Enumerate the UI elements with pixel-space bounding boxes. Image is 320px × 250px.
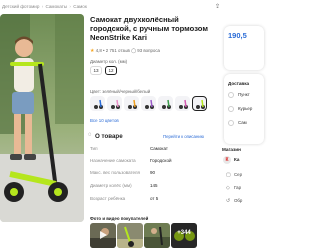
color-swatch[interactable] (158, 96, 173, 111)
spec-value: 145 (150, 183, 158, 188)
seller-row[interactable]: Сер (234, 172, 242, 177)
customer-media-thumb[interactable]: +344 (171, 223, 197, 248)
color-swatch-selected[interactable] (192, 96, 207, 111)
breadcrumb-separator: › (41, 4, 44, 9)
color-swatch[interactable] (175, 96, 190, 111)
size-option[interactable]: 13 (90, 66, 102, 75)
spec-key: Назначение самоката (90, 158, 136, 163)
scooter-thumb-icon (195, 99, 205, 109)
spec-value: Городской (150, 158, 172, 163)
size-label: Диаметр кол. (мм) (90, 59, 128, 64)
seller-row[interactable]: Гар (234, 185, 241, 190)
rating-text: 4,8 • 2 751 отзыв (95, 48, 130, 53)
breadcrumb: Детский фотомир › Самокаты › Самок (2, 4, 202, 12)
spec-value: от 5 (150, 196, 159, 201)
spec-key: Возраст ребёнка (90, 196, 126, 201)
color-swatch[interactable] (107, 96, 122, 111)
customer-media-thumb[interactable] (117, 223, 143, 248)
spec-row: Назначение самоката Городской (90, 158, 208, 167)
color-swatch[interactable] (141, 96, 156, 111)
color-swatch[interactable] (90, 96, 105, 111)
spec-key: Тип (90, 146, 98, 151)
share-icon[interactable]: ⇪ (215, 3, 220, 10)
breadcrumb-item[interactable]: Самок (73, 4, 87, 9)
rating-row[interactable]: ★ 4,8 • 2 751 отзыв ◯ 93 вопроса (90, 48, 160, 54)
scooter-thumb-icon (144, 99, 154, 109)
scooter-thumb-icon (110, 99, 120, 109)
customer-media-title: Фото и видео покупателей (90, 216, 149, 221)
more-media-count: +344 (177, 230, 191, 236)
star-icon: ★ (90, 48, 95, 54)
seller-logo[interactable]: К (223, 156, 231, 164)
questions-count: 93 вопроса (137, 48, 160, 53)
shield-icon: ◇ (226, 185, 230, 191)
media-thumb-image (144, 223, 170, 248)
delivery-radio[interactable] (228, 106, 234, 112)
seller-title: Магазин (222, 147, 241, 152)
seller-name[interactable]: Ка (234, 157, 239, 162)
delivery-option[interactable]: Курьер (238, 106, 252, 111)
product-title: Самокат двухколёсный городской, с ручным… (90, 15, 208, 42)
product-photo[interactable] (0, 14, 84, 222)
spec-row: Диаметр колёс (мм) 145 (90, 183, 208, 192)
color-swatch[interactable] (124, 96, 139, 111)
price-value: 190,5 (228, 31, 247, 40)
customer-media-thumb[interactable] (90, 223, 116, 248)
about-title: О товаре (95, 133, 123, 140)
scooter-thumb-icon (93, 99, 103, 109)
delivery-option[interactable]: Сам (238, 120, 247, 125)
breadcrumb-separator: › (69, 4, 71, 9)
media-thumb-image (117, 223, 143, 248)
about-description-link[interactable]: Перейти к описанию (163, 134, 204, 139)
breadcrumb-item[interactable]: Детский фотомир (2, 4, 39, 9)
all-colors-link[interactable]: Все 10 цветов (90, 118, 119, 123)
scooter-photo-image (0, 14, 84, 222)
scooter-thumb-icon (127, 99, 137, 109)
spec-key: Макс. вес пользователя (90, 170, 140, 175)
media-thumb-image (90, 223, 116, 248)
spec-key: Диаметр колёс (мм) (90, 183, 132, 188)
spec-row: Тип Самокат (90, 146, 208, 155)
certificate-icon: ▢ (226, 172, 231, 178)
spec-value: 90 (150, 170, 156, 175)
return-icon: ↺ (226, 198, 231, 204)
delivery-radio[interactable] (228, 92, 234, 98)
spec-value: Самокат (150, 146, 168, 151)
spec-row: Макс. вес пользователя 90 (90, 170, 208, 179)
about-icon: ◌ (88, 132, 92, 138)
seller-row[interactable]: Обр (234, 198, 242, 203)
spec-row: Возраст ребёнка от 5 (90, 196, 208, 205)
customer-media-thumb[interactable] (144, 223, 170, 248)
delivery-radio[interactable] (228, 120, 234, 126)
breadcrumb-item[interactable]: Самокаты (46, 4, 68, 9)
delivery-option[interactable]: Пункт (238, 92, 250, 97)
delivery-title: Доставка (228, 81, 250, 86)
size-option-selected[interactable]: 12 (105, 66, 117, 75)
scooter-thumb-icon (161, 99, 171, 109)
color-label: Цвет: зелёный/черный/белый (90, 89, 151, 94)
scooter-thumb-icon (178, 99, 188, 109)
